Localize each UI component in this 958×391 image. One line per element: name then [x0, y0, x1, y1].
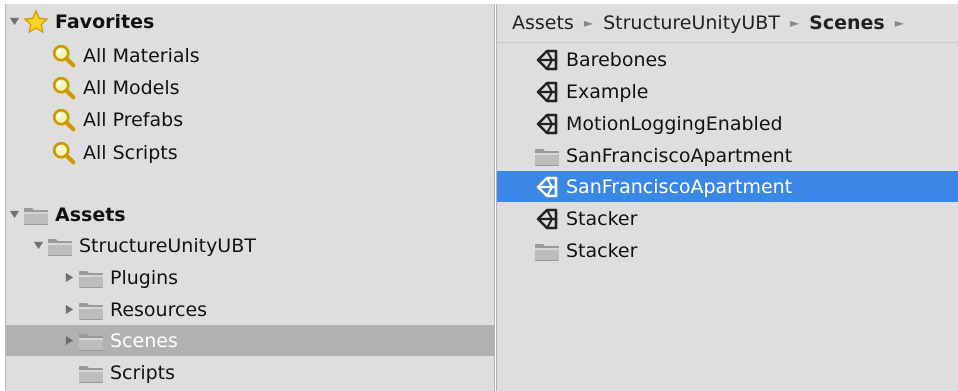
- list-item-label: SanFranciscoApartment: [566, 144, 793, 167]
- breadcrumb-item-structureunityubt[interactable]: StructureUnityUBT: [603, 12, 780, 34]
- folder-icon: [77, 296, 105, 324]
- list-item-label: Barebones: [566, 48, 668, 71]
- tree-item-all-materials[interactable]: All Materials: [6, 40, 494, 71]
- list-item-label: Stacker: [566, 239, 638, 262]
- breadcrumb-separator-icon: ►: [894, 16, 904, 30]
- tree-item-plugins[interactable]: Plugins: [6, 262, 494, 293]
- folder-contents-panel: Assets ► StructureUnityUBT ► Scenes ► Ba…: [496, 4, 958, 391]
- tree-item-assets[interactable]: Assets: [6, 199, 494, 230]
- list-item-label: MotionLoggingEnabled: [566, 112, 783, 135]
- tree-item-label: Plugins: [110, 266, 179, 289]
- breadcrumb-item-scenes[interactable]: Scenes: [809, 12, 885, 34]
- search-icon: [50, 42, 78, 70]
- folder-icon: [533, 237, 561, 265]
- tree-item-label: All Models: [83, 76, 180, 99]
- folder-icon: [77, 264, 105, 292]
- list-item-motionloggingenabled[interactable]: MotionLoggingEnabled: [497, 108, 958, 139]
- list-item-stacker-folder[interactable]: Stacker: [497, 235, 958, 266]
- unity-scene-icon: [533, 46, 561, 74]
- list-item-example[interactable]: Example: [497, 76, 958, 107]
- folder-icon: [77, 359, 105, 387]
- tree-item-label: Assets: [55, 203, 126, 226]
- folder-icon: [77, 327, 105, 355]
- tree-item-label: StructureUnityUBT: [79, 234, 256, 257]
- tree-item-label: All Materials: [83, 44, 200, 67]
- tree-item-resources[interactable]: Resources: [6, 294, 494, 325]
- tree-item-favorites[interactable]: Favorites: [6, 6, 494, 37]
- search-icon: [50, 139, 78, 167]
- tree-item-label: Scenes: [110, 329, 178, 352]
- tree-item-label: All Scripts: [83, 141, 178, 164]
- unity-scene-icon: [533, 78, 561, 106]
- star-icon: [22, 8, 50, 36]
- expand-arrow-down-icon[interactable]: [6, 199, 22, 230]
- list-item-sanfranciscoapartment-scene[interactable]: SanFranciscoApartment: [497, 171, 958, 202]
- list-item-sanfranciscoapartment-folder[interactable]: SanFranciscoApartment: [497, 140, 958, 171]
- breadcrumb-item-assets[interactable]: Assets: [512, 12, 574, 34]
- folder-icon: [533, 142, 561, 170]
- tree-item-label: Scripts: [110, 361, 176, 384]
- tree-item-all-models[interactable]: All Models: [6, 72, 494, 103]
- tree-item-structureunityubt[interactable]: StructureUnityUBT: [6, 230, 494, 261]
- list-item-label: Stacker: [566, 207, 638, 230]
- list-item-label: Example: [566, 80, 649, 103]
- project-tree-panel: Favorites All Materials All Models All P…: [5, 4, 495, 391]
- tree-item-scripts[interactable]: Scripts: [6, 357, 494, 388]
- tree-item-scenes[interactable]: Scenes: [6, 325, 494, 356]
- unity-scene-icon: [533, 110, 561, 138]
- breadcrumb-separator-icon: ►: [789, 16, 800, 30]
- folder-icon: [46, 232, 74, 260]
- search-icon: [50, 106, 78, 134]
- breadcrumb-separator-icon: ►: [583, 16, 594, 30]
- tree-item-all-scripts[interactable]: All Scripts: [6, 137, 494, 168]
- unity-scene-icon: [533, 173, 561, 201]
- tree-item-label: All Prefabs: [83, 108, 184, 131]
- list-item-stacker-scene[interactable]: Stacker: [497, 203, 958, 234]
- expand-arrow-right-icon[interactable]: [61, 262, 77, 293]
- expand-arrow-right-icon[interactable]: [61, 294, 77, 325]
- tree-item-label: Resources: [110, 298, 208, 321]
- expand-arrow-down-icon[interactable]: [30, 230, 46, 261]
- unity-scene-icon: [533, 205, 561, 233]
- expand-arrow-down-icon[interactable]: [6, 6, 22, 37]
- expand-arrow-right-icon[interactable]: [61, 325, 77, 356]
- breadcrumb: Assets ► StructureUnityUBT ► Scenes ►: [497, 4, 958, 43]
- search-icon: [50, 74, 78, 102]
- list-item-barebones[interactable]: Barebones: [497, 44, 958, 75]
- list-item-label: SanFranciscoApartment: [566, 175, 793, 198]
- tree-item-all-prefabs[interactable]: All Prefabs: [6, 104, 494, 135]
- folder-icon: [22, 201, 50, 229]
- tree-item-label: Favorites: [55, 10, 155, 33]
